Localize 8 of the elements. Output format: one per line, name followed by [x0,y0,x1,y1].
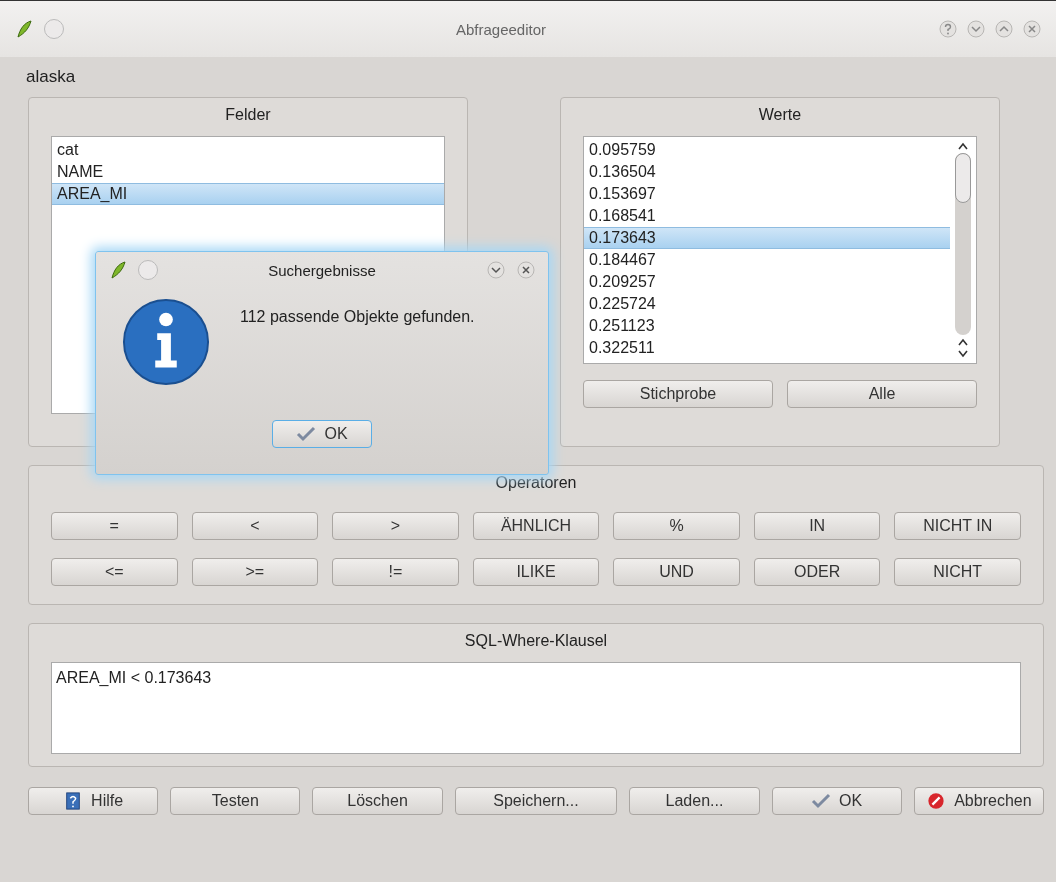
dialog-message: 112 passende Objekte gefunden. [240,308,475,327]
window-title: Abfrageeditor [454,20,548,38]
group-title: Felder [224,106,272,124]
group-title: Operatoren [494,474,578,492]
group-title: Werte [757,106,803,124]
layer-name: alaska [25,66,77,88]
group-title: SQL-Where-Klausel [463,632,609,650]
dialog-title: Suchergebnisse [267,261,377,279]
